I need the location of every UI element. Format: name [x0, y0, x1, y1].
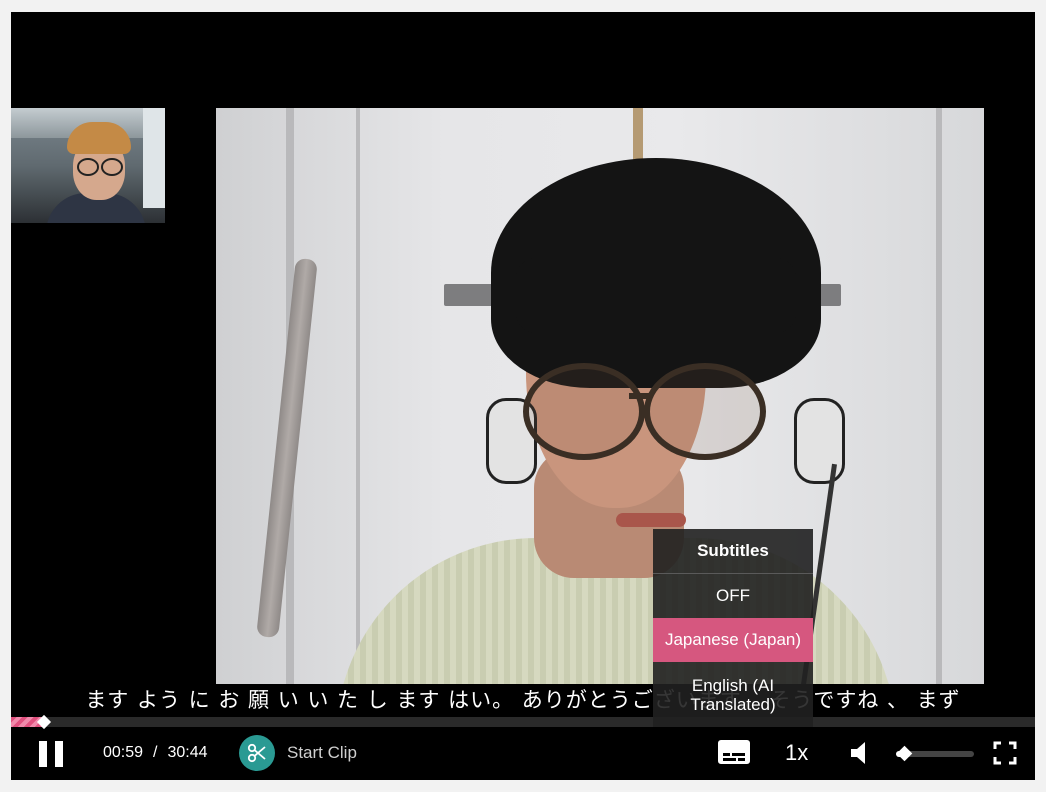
start-clip-label: Start Clip — [287, 743, 357, 762]
control-bar: 00:59 / 30:44 Start Clip 1x — [11, 727, 1035, 780]
participant-thumbnail[interactable] — [11, 108, 165, 223]
fullscreen-button[interactable] — [993, 741, 1017, 765]
subtitle-option-english[interactable]: English (AI Translated) — [653, 662, 813, 714]
volume-slider[interactable] — [896, 745, 974, 762]
start-clip-button[interactable]: Start Clip — [239, 735, 357, 771]
pause-button[interactable] — [37, 741, 65, 767]
duration: 30:44 — [167, 744, 208, 761]
progress-bar[interactable] — [11, 714, 1035, 730]
subtitles-menu-title: Subtitles — [653, 529, 813, 574]
subtitles-menu: Subtitles OFF Japanese (Japan) English (… — [653, 529, 813, 727]
speaker-icon — [851, 742, 865, 764]
current-time: 00:59 — [103, 744, 144, 761]
volume-handle[interactable] — [896, 745, 913, 762]
fullscreen-icon — [993, 741, 1017, 765]
mute-button[interactable] — [849, 739, 871, 767]
main-video[interactable] — [216, 108, 984, 684]
time-separator: / — [153, 744, 158, 761]
subtitles-button[interactable] — [717, 737, 751, 767]
scissors-icon — [239, 735, 275, 771]
playback-speed-button[interactable]: 1x — [785, 740, 808, 766]
subtitle-option-off[interactable]: OFF — [653, 574, 813, 618]
subtitle-option-japanese[interactable]: Japanese (Japan) — [653, 618, 813, 662]
closed-captions-icon — [718, 740, 750, 764]
video-player[interactable]: ます よう に お 願 い い た し ます はい。 ありがとうございます。 そ… — [11, 12, 1035, 780]
time-display: 00:59 / 30:44 — [103, 744, 208, 762]
subtitle-caption: ます よう に お 願 い い た し ます はい。 ありがとうございます。 そ… — [85, 688, 961, 712]
